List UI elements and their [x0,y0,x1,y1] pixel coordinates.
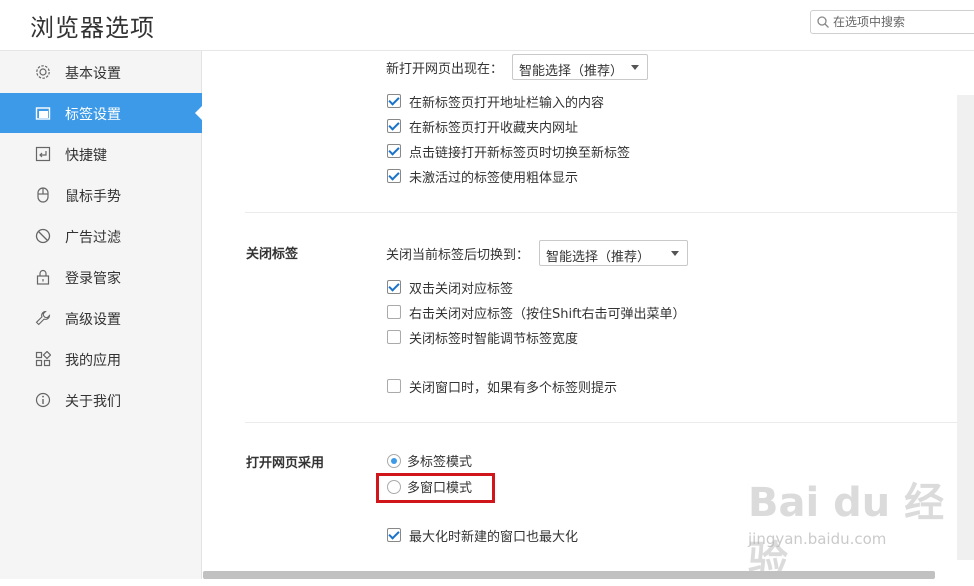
horizontal-scrollbar[interactable] [203,571,935,579]
option-label: 点击链接打开新标签页时切换至新标签 [409,146,631,161]
checkbox-maximize-new-window[interactable] [387,528,401,542]
section-divider [245,212,974,213]
section-divider [245,422,974,423]
vertical-scrollbar[interactable] [957,95,974,560]
search-icon [817,16,829,28]
keyboard-icon [35,146,51,162]
block-icon [35,228,51,244]
sidebar-item-about[interactable]: 关于我们 [0,380,202,420]
apps-icon [35,351,51,367]
search-box[interactable] [810,10,974,34]
sidebar-item-label: 鼠标手势 [65,189,121,205]
sidebar-item-advanced[interactable]: 高级设置 [0,298,202,338]
checkbox-smart-tab-width[interactable] [387,330,401,344]
sidebar-item-label: 标签设置 [65,107,121,123]
close-switch-select[interactable]: 智能选择（推荐） [539,240,688,266]
window-header: 浏览器选项 [0,0,974,51]
new-page-location-select[interactable]: 智能选择（推荐） [512,54,648,80]
option-label: 关闭窗口时，如果有多个标签则提示 [409,381,618,396]
option-label: 最大化时新建的窗口也最大化 [409,530,579,545]
new-page-location-label: 新打开网页出现在： [386,62,504,77]
sidebar-item-apps[interactable]: 我的应用 [0,339,202,379]
sidebar-item-label: 广告过滤 [65,230,121,246]
gear-icon [36,65,50,79]
watermark: Bai du 经验 jingyan.baidu.com [748,470,974,584]
sidebar-item-label: 我的应用 [65,353,121,369]
sidebar-item-label: 高级设置 [65,312,121,328]
sidebar-item-mouse[interactable]: 鼠标手势 [0,175,202,215]
wrench-icon [35,310,51,326]
option-label: 双击关闭对应标签 [409,282,514,297]
sidebar-item-login[interactable]: 登录管家 [0,257,202,297]
checkbox-double-click-close[interactable] [387,280,401,294]
close-switch-label: 关闭当前标签后切换到： [386,248,530,263]
section-title-close-tab: 关闭标签 [246,247,299,262]
watermark-url: jingyan.baidu.com [748,530,887,548]
option-label: 在新标签页打开地址栏输入的内容 [409,96,605,111]
checkbox-open-bookmark-new-tab[interactable] [387,119,401,133]
checkbox-confirm-close-window[interactable] [387,379,401,393]
lock-icon [36,269,50,285]
sidebar: 基本设置 标签设置 快捷键 鼠标手势 广告过滤 登录管家 高级设置 我的应用 关… [0,51,203,579]
option-label: 右击关闭对应标签（按住Shift右击可弹出菜单） [409,307,686,322]
checkbox-right-click-close[interactable] [387,305,401,319]
chevron-down-icon [631,65,639,70]
radio-multi-tab[interactable] [387,454,401,468]
sidebar-item-label: 快捷键 [65,148,107,164]
chevron-down-icon [671,251,679,256]
checkbox-open-address-new-tab[interactable] [387,94,401,108]
option-label: 未激活过的标签使用粗体显示 [409,171,579,186]
sidebar-item-tabs[interactable]: 标签设置 [0,93,203,133]
option-label: 在新标签页打开收藏夹内网址 [409,121,579,136]
watermark-logo: Bai du 经验 [748,480,945,584]
page-title: 浏览器选项 [30,14,155,42]
search-input[interactable] [833,12,973,32]
option-label: 多标签模式 [407,455,473,470]
section-title-open-mode: 打开网页采用 [246,456,325,471]
sidebar-item-adblock[interactable]: 广告过滤 [0,216,202,256]
sidebar-item-label: 基本设置 [65,66,121,82]
option-label: 关闭标签时智能调节标签宽度 [409,332,579,347]
checkbox-switch-to-new-tab[interactable] [387,144,401,158]
sidebar-item-basic[interactable]: 基本设置 [0,52,202,92]
mouse-icon [37,187,49,203]
select-value: 智能选择（推荐） [546,250,651,265]
checkbox-bold-unactivated[interactable] [387,169,401,183]
tab-icon [35,107,51,120]
info-icon [35,392,51,408]
highlight-box [376,473,495,503]
sidebar-item-shortcuts[interactable]: 快捷键 [0,134,202,174]
select-value: 智能选择（推荐） [519,64,624,79]
sidebar-item-label: 关于我们 [65,394,121,410]
sidebar-item-label: 登录管家 [65,271,121,287]
